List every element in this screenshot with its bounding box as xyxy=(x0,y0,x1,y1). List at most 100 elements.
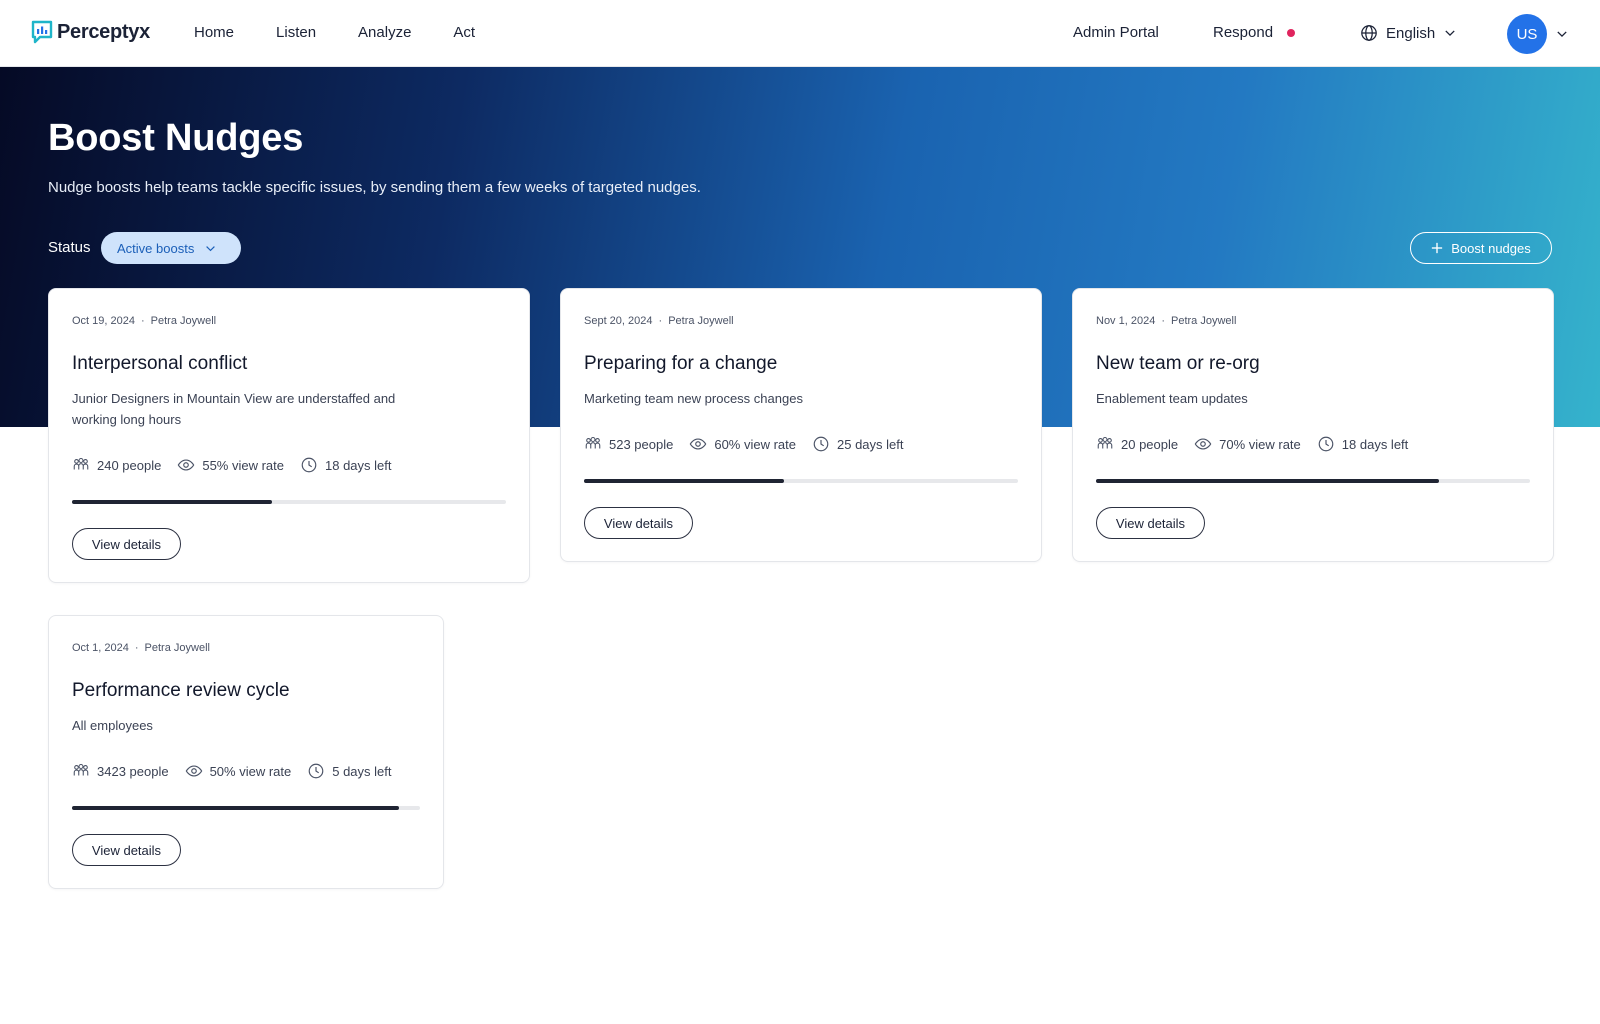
respond-link[interactable]: Respond xyxy=(1213,24,1296,41)
status-filter-dropdown[interactable]: Active boosts xyxy=(101,232,241,264)
card-stats: 523 people 60% view rate 25 days left xyxy=(584,435,920,453)
card-title: New team or re-org xyxy=(1096,353,1260,374)
progress-bar xyxy=(72,500,506,504)
view-rate-stat: 60% view rate xyxy=(689,435,796,453)
days-left-stat: 18 days left xyxy=(300,456,392,474)
card-meta: Oct 19, 2024 · Petra Joywell xyxy=(72,315,216,327)
view-details-button[interactable]: View details xyxy=(72,834,181,866)
chevron-down-icon xyxy=(1557,31,1567,37)
people-icon xyxy=(585,436,601,449)
boost-card: Nov 1, 2024 · Petra Joywell New team or r… xyxy=(1072,288,1554,562)
people-icon xyxy=(73,457,89,470)
view-details-button[interactable]: View details xyxy=(72,528,181,560)
progress-fill xyxy=(1096,479,1439,483)
top-navigation: Perceptyx Home Listen Analyze Act Admin … xyxy=(0,0,1600,67)
progress-fill xyxy=(584,479,784,483)
boost-card: Sept 20, 2024 · Petra Joywell Preparing f… xyxy=(560,288,1042,562)
card-date: Oct 1, 2024 xyxy=(72,642,129,654)
clock-icon xyxy=(813,436,829,452)
eye-icon xyxy=(690,438,707,450)
meta-separator: · xyxy=(1161,315,1165,327)
progress-fill xyxy=(72,500,272,504)
boost-card: Oct 1, 2024 · Petra Joywell Performance r… xyxy=(48,615,444,889)
clock-icon xyxy=(1318,436,1334,452)
page-subtitle: Nudge boosts help teams tackle specific … xyxy=(48,179,701,196)
people-stat: 20 people xyxy=(1096,435,1178,453)
chevron-down-icon xyxy=(206,245,216,251)
nav-listen[interactable]: Listen xyxy=(276,24,316,41)
card-title: Preparing for a change xyxy=(584,353,778,374)
status-filter-value: Active boosts xyxy=(117,240,195,256)
view-rate-stat: 70% view rate xyxy=(1194,435,1301,453)
nav-analyze[interactable]: Analyze xyxy=(358,24,411,41)
card-title: Interpersonal conflict xyxy=(72,353,248,374)
view-rate: 50% view rate xyxy=(209,763,292,779)
view-rate: 55% view rate xyxy=(202,457,284,473)
people-icon xyxy=(1097,436,1113,449)
card-description: Marketing team new process changes xyxy=(584,391,803,406)
boost-nudges-button[interactable]: Boost nudges xyxy=(1410,232,1552,264)
boost-nudges-label: Boost nudges xyxy=(1451,240,1531,256)
admin-portal-link[interactable]: Admin Portal xyxy=(1073,24,1159,41)
card-date: Nov 1, 2024 xyxy=(1096,315,1156,327)
eye-icon xyxy=(178,459,195,471)
card-description: Enablement team updates xyxy=(1096,391,1248,406)
card-title: Performance review cycle xyxy=(72,680,290,701)
meta-separator: · xyxy=(141,315,145,327)
respond-label: Respond xyxy=(1213,24,1274,41)
days-left: 5 days left xyxy=(332,763,392,779)
card-meta: Sept 20, 2024 · Petra Joywell xyxy=(584,315,734,327)
main-nav: Home Listen Analyze Act xyxy=(194,24,475,41)
people-count: 240 people xyxy=(97,457,162,473)
card-author: Petra Joywell xyxy=(150,315,217,327)
status-filter-label: Status xyxy=(48,239,91,256)
card-stats: 240 people 55% view rate 18 days left xyxy=(72,456,408,474)
card-meta: Oct 1, 2024 · Petra Joywell xyxy=(72,642,210,654)
notification-dot xyxy=(1287,28,1296,37)
days-left-stat: 25 days left xyxy=(812,435,904,453)
people-stat: 240 people xyxy=(72,456,161,474)
language-label: English xyxy=(1386,24,1436,42)
brand-logo[interactable]: Perceptyx xyxy=(31,20,150,44)
people-count: 3423 people xyxy=(97,763,169,779)
meta-separator: · xyxy=(134,642,139,654)
chevron-down-icon xyxy=(1445,30,1455,36)
boost-card: Oct 19, 2024 · Petra Joywell Interpersona… xyxy=(48,288,530,583)
people-stat: 523 people xyxy=(584,435,673,453)
view-details-button[interactable]: View details xyxy=(584,507,693,539)
avatar: US xyxy=(1507,14,1547,54)
progress-bar xyxy=(584,479,1018,483)
days-left: 18 days left xyxy=(325,457,392,473)
days-left: 25 days left xyxy=(837,436,904,452)
card-date: Oct 19, 2024 xyxy=(72,315,135,327)
view-rate: 70% view rate xyxy=(1219,436,1301,452)
days-left: 18 days left xyxy=(1341,436,1409,452)
view-details-button[interactable]: View details xyxy=(1096,507,1205,539)
card-description: All employees xyxy=(72,718,153,733)
card-author: Petra Joywell xyxy=(668,315,734,327)
language-selector[interactable]: English xyxy=(1360,24,1457,42)
card-stats: 3423 people 50% view rate 5 days left xyxy=(72,762,408,780)
view-rate: 60% view rate xyxy=(714,436,796,452)
plus-icon xyxy=(1432,242,1443,254)
clock-icon xyxy=(301,457,317,473)
progress-fill xyxy=(72,806,400,810)
eye-icon xyxy=(185,765,202,777)
view-rate-stat: 50% view rate xyxy=(185,762,292,780)
card-meta: Nov 1, 2024 · Petra Joywell xyxy=(1096,315,1236,327)
nav-act[interactable]: Act xyxy=(453,24,475,41)
people-icon xyxy=(73,763,89,776)
card-author: Petra Joywell xyxy=(1171,315,1237,327)
card-author: Petra Joywell xyxy=(144,642,210,654)
progress-bar xyxy=(1096,479,1530,483)
user-menu[interactable]: US xyxy=(1507,14,1569,54)
nav-home[interactable]: Home xyxy=(194,24,234,41)
card-description: Junior Designers in Mountain View are un… xyxy=(72,391,396,427)
days-left-stat: 18 days left xyxy=(1317,435,1409,453)
meta-separator: · xyxy=(658,315,663,327)
card-stats: 20 people 70% view rate 18 days left xyxy=(1096,435,1424,453)
globe-icon xyxy=(1361,25,1377,41)
brand-name: Perceptyx xyxy=(57,20,150,43)
progress-bar xyxy=(72,806,420,810)
page-title: Boost Nudges xyxy=(48,117,304,159)
